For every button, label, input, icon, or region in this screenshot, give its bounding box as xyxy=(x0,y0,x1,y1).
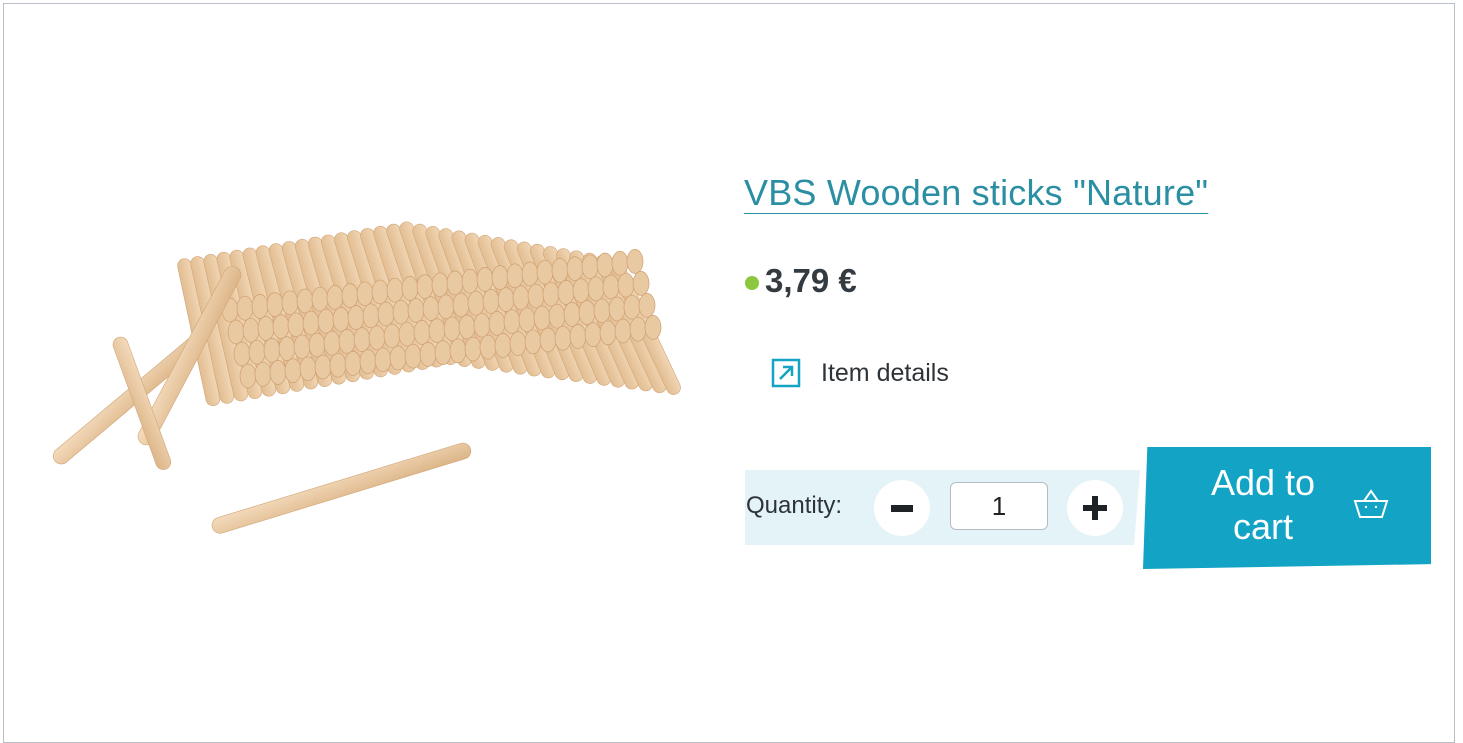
product-title-link[interactable]: VBS Wooden sticks "Nature" xyxy=(744,172,1208,214)
product-price: 3,79 € xyxy=(765,262,857,299)
price-row: 3,79 € xyxy=(745,262,857,300)
minus-icon xyxy=(891,505,913,512)
product-image[interactable] xyxy=(40,190,690,540)
quantity-label: Quantity: xyxy=(746,492,843,519)
item-details-link[interactable]: Item details xyxy=(771,358,949,388)
quantity-decrease-button[interactable] xyxy=(874,480,930,536)
item-details-label: Item details xyxy=(821,358,949,387)
add-to-cart-button[interactable]: Add to cart xyxy=(1143,447,1431,569)
plus-icon xyxy=(1083,496,1107,520)
add-to-cart-label-line1: Add to xyxy=(1210,462,1316,503)
add-to-cart-label: Add to cart xyxy=(1183,461,1343,549)
stock-status-dot xyxy=(745,276,759,290)
basket-icon xyxy=(1353,489,1389,518)
quantity-input[interactable] xyxy=(950,482,1048,530)
external-link-icon xyxy=(771,358,801,388)
quantity-increase-button[interactable] xyxy=(1067,480,1123,536)
add-to-cart-label-line2: cart xyxy=(1232,506,1293,547)
